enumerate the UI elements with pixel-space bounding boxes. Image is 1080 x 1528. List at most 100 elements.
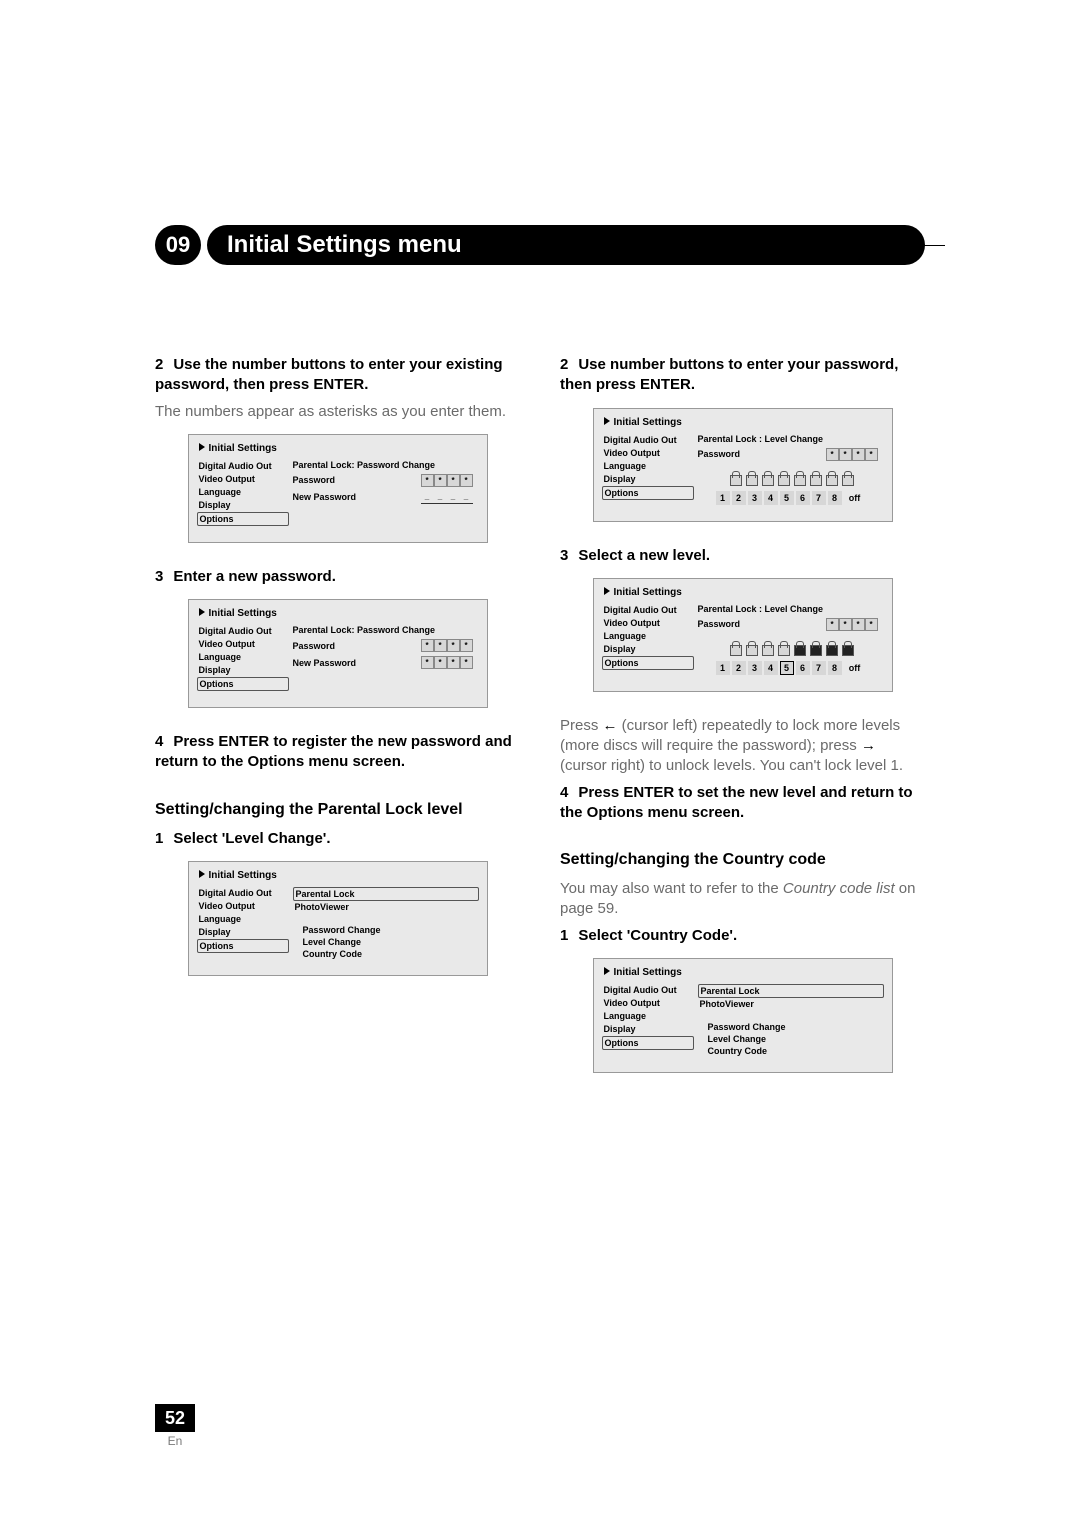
level-num: 1 xyxy=(716,491,730,505)
menu-item: Digital Audio Out xyxy=(602,984,694,996)
screenshot-title-text: Initial Settings xyxy=(614,417,682,428)
screenshot-title: Initial Settings xyxy=(199,608,479,619)
lock-open-icon xyxy=(744,641,758,655)
lock-icons-row xyxy=(698,641,884,655)
text-italic: Country code list xyxy=(783,880,895,897)
step-text: Enter a new password. xyxy=(173,568,336,585)
step-text: Press ENTER to set the new level and ret… xyxy=(560,784,913,821)
step-text: Press ENTER to register the new password… xyxy=(155,733,512,770)
chapter-header: 09 Initial Settings menu xyxy=(155,225,925,265)
play-icon xyxy=(604,587,610,598)
menu-item: Digital Audio Out xyxy=(197,625,289,637)
page-language: En xyxy=(155,1434,195,1448)
level-num: 4 xyxy=(764,491,778,505)
row-label: Password xyxy=(293,641,336,651)
menu-list: Digital Audio Out Video Output Language … xyxy=(602,984,694,1056)
screenshot-title: Initial Settings xyxy=(604,587,884,598)
row-label: Password xyxy=(293,475,336,485)
row-label: New Password xyxy=(293,492,357,502)
submenu-item-selected: Parental Lock xyxy=(698,984,884,998)
menu-item: Language xyxy=(197,486,289,498)
menu-item-selected: Options xyxy=(197,939,289,953)
arrow-right-icon xyxy=(861,737,876,754)
lock-open-icon xyxy=(760,471,774,485)
chapter-number: 09 xyxy=(155,225,201,265)
cursor-description: Press (cursor left) repeatedly to lock m… xyxy=(560,716,925,777)
menu-item: Digital Audio Out xyxy=(197,887,289,899)
new-password-dots: **** xyxy=(421,656,473,669)
step-text: Use number buttons to enter your passwor… xyxy=(560,356,898,393)
text: Press xyxy=(560,717,603,734)
step-number: 3 xyxy=(155,568,163,585)
text: You may also want to refer to the xyxy=(560,880,783,897)
screenshot-password-change-1: Initial Settings Digital Audio Out Video… xyxy=(188,434,488,543)
menu-item: Video Output xyxy=(197,473,289,485)
level-num: 8 xyxy=(828,661,842,675)
option-item: Country Code xyxy=(303,949,479,959)
menu-item-selected: Options xyxy=(197,677,289,691)
lock-open-icon xyxy=(744,471,758,485)
screenshot-level-change-menu: Initial Settings Digital Audio Out Video… xyxy=(188,861,488,976)
menu-item-selected: Options xyxy=(602,656,694,670)
menu-item: Language xyxy=(197,913,289,925)
menu-item: Language xyxy=(602,630,694,642)
menu-item: Language xyxy=(197,651,289,663)
menu-item-selected: Options xyxy=(602,1036,694,1050)
step-number: 1 xyxy=(560,927,568,944)
screenshot-title: Initial Settings xyxy=(604,417,884,428)
level-off: off xyxy=(844,491,866,505)
screenshot-title-text: Initial Settings xyxy=(209,608,277,619)
level-num: 6 xyxy=(796,661,810,675)
lock-open-icon xyxy=(792,471,806,485)
level-num: 5 xyxy=(780,491,794,505)
menu-list: Digital Audio Out Video Output Language … xyxy=(197,887,289,959)
menu-item: Video Output xyxy=(602,997,694,1009)
level-num: 2 xyxy=(732,491,746,505)
password-row: Password **** xyxy=(293,474,479,487)
option-item: Password Change xyxy=(303,925,479,935)
play-icon xyxy=(199,443,205,454)
option-item: Level Change xyxy=(708,1034,884,1044)
screenshot-title-text: Initial Settings xyxy=(209,870,277,881)
new-password-row: New Password **** xyxy=(293,656,479,669)
menu-item: Display xyxy=(602,473,694,485)
lock-icons-row xyxy=(698,471,884,485)
option-item: Country Code xyxy=(708,1046,884,1056)
level-num: 3 xyxy=(748,661,762,675)
pane-title: Parental Lock: Password Change xyxy=(293,625,479,635)
step-1: 1Select 'Country Code'. xyxy=(560,926,925,946)
submenu-item-selected: Parental Lock xyxy=(293,887,479,901)
lock-closed-icon xyxy=(792,641,806,655)
password-dots: **** xyxy=(826,448,878,461)
level-num: 2 xyxy=(732,661,746,675)
step-number: 4 xyxy=(155,733,163,750)
step-2: 2Use number buttons to enter your passwo… xyxy=(560,355,925,396)
play-icon xyxy=(199,870,205,881)
text: (cursor right) to unlock levels. You can… xyxy=(560,757,903,774)
menu-item-selected: Options xyxy=(197,512,289,526)
lock-open-icon xyxy=(728,641,742,655)
menu-item: Video Output xyxy=(602,447,694,459)
menu-list: Digital Audio Out Video Output Language … xyxy=(197,625,289,691)
level-num-selected: 5 xyxy=(780,661,794,675)
password-dots: **** xyxy=(421,639,473,652)
menu-item: Digital Audio Out xyxy=(197,460,289,472)
step-4: 4Press ENTER to register the new passwor… xyxy=(155,732,520,773)
new-password-dots: ____ xyxy=(421,491,473,504)
screenshot-title-text: Initial Settings xyxy=(614,967,682,978)
lock-closed-icon xyxy=(808,641,822,655)
step-3: 3 Enter a new password. xyxy=(155,567,520,587)
lock-open-icon xyxy=(808,471,822,485)
menu-item: Display xyxy=(197,499,289,511)
menu-item: Digital Audio Out xyxy=(602,604,694,616)
page-number: 52 xyxy=(155,1404,195,1432)
submenu-item: PhotoViewer xyxy=(293,901,479,913)
screenshot-level-change-2: Initial Settings Digital Audio Out Video… xyxy=(593,578,893,692)
password-row: Password **** xyxy=(698,618,884,631)
left-column: 2Use the number buttons to enter your ex… xyxy=(155,355,520,1097)
level-off: off xyxy=(844,661,866,675)
new-password-row: New Password ____ xyxy=(293,491,479,504)
screenshot-country-code-menu: Initial Settings Digital Audio Out Video… xyxy=(593,958,893,1073)
menu-item: Digital Audio Out xyxy=(602,434,694,446)
menu-item: Language xyxy=(602,460,694,472)
